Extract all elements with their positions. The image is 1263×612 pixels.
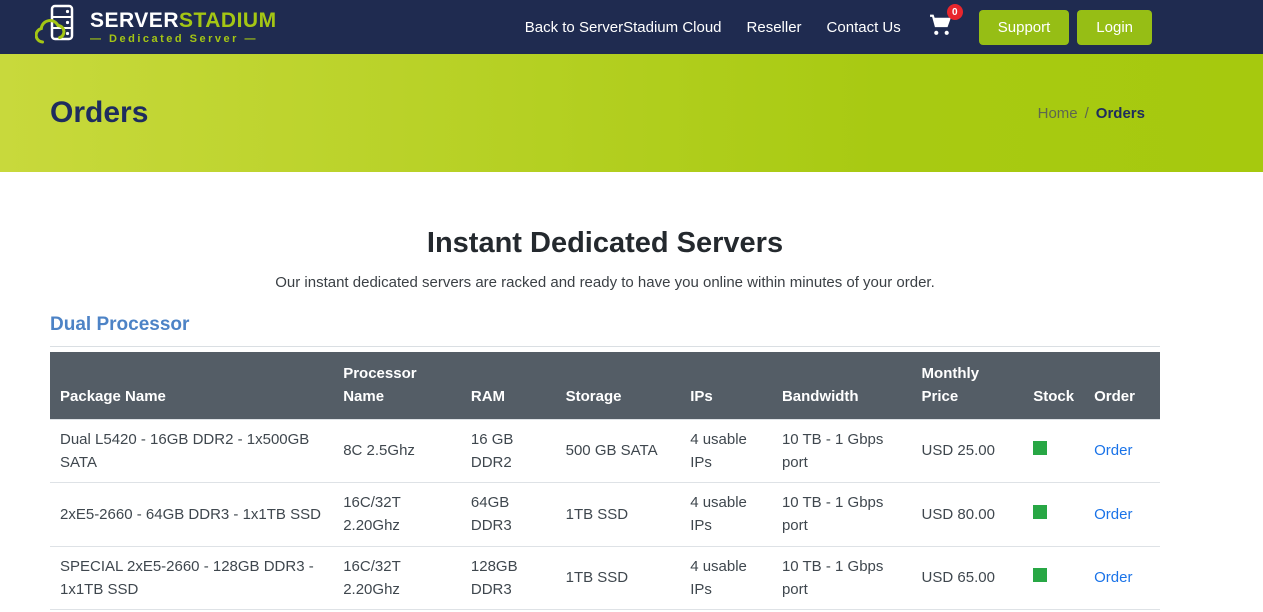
cell-ram: 64GB DDR3 (461, 483, 556, 547)
breadcrumb-current: Orders (1096, 105, 1145, 122)
servers-table: Package Name Processor Name RAM Storage … (50, 352, 1160, 612)
section-subtitle: Our instant dedicated servers are racked… (50, 274, 1160, 291)
brand-name: SERVERSTADIUM (90, 9, 277, 32)
cloud-server-logo-icon (35, 4, 81, 51)
table-row: 2xE5-2660 - 64GB DDR3 - 1x1TB SSD 16C/32… (50, 483, 1160, 547)
main-content: Instant Dedicated Servers Our instant de… (0, 172, 1263, 612)
breadcrumb-home-link[interactable]: Home (1038, 105, 1078, 122)
cell-bandwidth: 10 TB - 1 Gbps port (772, 546, 912, 610)
table-row: Dual L5420 - 16GB DDR2 - 1x500GB SATA 8C… (50, 419, 1160, 483)
col-header-order: Order (1084, 352, 1160, 419)
col-header-package: Package Name (50, 352, 333, 419)
breadcrumb-separator: / (1085, 105, 1089, 122)
group-title-dual-processor: Dual Processor (50, 314, 1160, 347)
col-header-bandwidth: Bandwidth (772, 352, 912, 419)
cell-price: USD 25.00 (912, 419, 1024, 483)
stock-indicator (1033, 441, 1047, 455)
nav-link-back-to-cloud[interactable]: Back to ServerStadium Cloud (525, 19, 722, 36)
order-link[interactable]: Order (1094, 506, 1132, 523)
stock-indicator (1033, 568, 1047, 582)
order-link[interactable]: Order (1094, 569, 1132, 586)
col-header-ram: RAM (461, 352, 556, 419)
stock-indicator (1033, 505, 1047, 519)
cell-storage: 1TB SSD (556, 546, 681, 610)
cell-price: USD 80.00 (912, 483, 1024, 547)
nav-link-reseller[interactable]: Reseller (747, 19, 802, 36)
cell-package: Dual L5420 - 16GB DDR2 - 1x500GB SATA (50, 419, 333, 483)
cart-count-badge: 0 (947, 4, 963, 20)
col-header-processor: Processor Name (333, 352, 461, 419)
cell-bandwidth: 10 TB - 1 Gbps port (772, 483, 912, 547)
brand-tagline: — Dedicated Server — (90, 33, 277, 45)
cell-ram: 16 GB DDR2 (461, 419, 556, 483)
nav-link-contact-us[interactable]: Contact Us (827, 19, 901, 36)
order-link[interactable]: Order (1094, 442, 1132, 459)
page-title-orders: Orders (50, 96, 148, 130)
cell-processor: 8C 2.5Ghz (333, 419, 461, 483)
cell-package: SPECIAL 2xE5-2660 - 128GB DDR3 - 1x1TB S… (50, 546, 333, 610)
col-header-stock: Stock (1023, 352, 1084, 419)
cell-price: USD 65.00 (912, 546, 1024, 610)
cart-button[interactable]: 0 (929, 12, 954, 42)
cell-storage: 1TB SSD (556, 483, 681, 547)
table-header-row: Package Name Processor Name RAM Storage … (50, 352, 1160, 419)
cell-processor: 16C/32T 2.20Ghz (333, 483, 461, 547)
section-heading: Instant Dedicated Servers (50, 227, 1160, 260)
cell-ips: 4 usable IPs (680, 419, 772, 483)
cell-storage: 500 GB SATA (556, 419, 681, 483)
login-button[interactable]: Login (1077, 10, 1152, 45)
col-header-ips: IPs (680, 352, 772, 419)
cell-ips: 4 usable IPs (680, 483, 772, 547)
page-banner: Orders Home / Orders (0, 54, 1263, 172)
col-header-price: Monthly Price (912, 352, 1024, 419)
cell-ips: 4 usable IPs (680, 546, 772, 610)
nav-menu: Back to ServerStadium Cloud Reseller Con… (525, 10, 1152, 45)
brand-logo[interactable]: SERVERSTADIUM — Dedicated Server — (35, 4, 277, 51)
support-button[interactable]: Support (979, 10, 1070, 45)
cell-processor: 16C/32T 2.20Ghz (333, 546, 461, 610)
cell-package: 2xE5-2660 - 64GB DDR3 - 1x1TB SSD (50, 483, 333, 547)
top-navbar: SERVERSTADIUM — Dedicated Server — Back … (0, 0, 1263, 54)
cart-icon (929, 24, 954, 41)
col-header-storage: Storage (556, 352, 681, 419)
cell-bandwidth: 10 TB - 1 Gbps port (772, 419, 912, 483)
breadcrumb: Home / Orders (1038, 105, 1145, 122)
table-row: SPECIAL 2xE5-2660 - 128GB DDR3 - 1x1TB S… (50, 546, 1160, 610)
cell-ram: 128GB DDR3 (461, 546, 556, 610)
